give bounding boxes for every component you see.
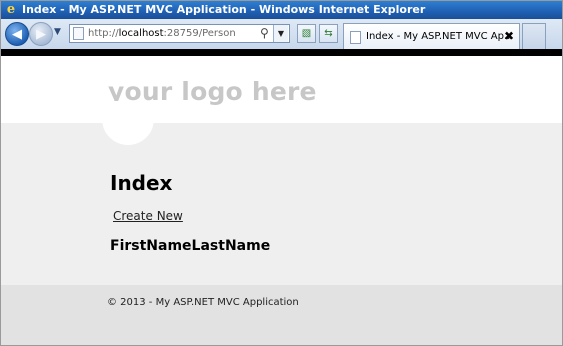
compatibility-view-button[interactable]: ▧ <box>297 24 316 43</box>
url-input[interactable]: http://localhost:28759/Person <box>88 25 236 42</box>
title-bar: e Index - My ASP.NET MVC Application - W… <box>1 1 562 19</box>
url-host: localhost <box>118 28 164 39</box>
magnifier-icon[interactable]: ⚲ <box>260 26 269 41</box>
header-decoration <box>102 101 154 145</box>
column-header-firstname: FirstName <box>110 238 192 254</box>
new-tab-button[interactable] <box>522 23 546 49</box>
browser-tab[interactable]: Index - My ASP.NET MVC Ap... ✖ <box>343 23 520 49</box>
forward-button[interactable]: ▶ <box>29 22 53 46</box>
address-bar[interactable]: http://localhost:28759/Person ⚲ ▼ <box>69 24 290 43</box>
back-arrow-icon: ◀ <box>12 26 22 42</box>
copyright-text: © 2013 - My ASP.NET MVC Application <box>107 297 299 308</box>
internet-explorer-icon: e <box>6 2 16 17</box>
main-content: Index Create New FirstNameLastName <box>1 101 562 285</box>
compatibility-view-icon: ▧ <box>301 28 312 39</box>
toolbar-divider <box>1 49 562 56</box>
page-icon <box>73 27 84 40</box>
browser-window: e Index - My ASP.NET MVC Application - W… <box>0 0 563 346</box>
tab-title: Index - My ASP.NET MVC Ap... <box>366 31 514 42</box>
forward-arrow-icon: ▶ <box>36 26 46 42</box>
site-header: your logo here <box>1 56 562 123</box>
history-dropdown-icon[interactable]: ▼ <box>54 27 61 37</box>
window-title: Index - My ASP.NET MVC Application - Win… <box>22 3 426 16</box>
refresh-button[interactable]: ⇆ <box>319 24 338 43</box>
refresh-icon: ⇆ <box>324 28 333 39</box>
site-footer: © 2013 - My ASP.NET MVC Application <box>1 285 562 345</box>
back-button[interactable]: ◀ <box>5 22 29 46</box>
page-icon <box>350 31 361 44</box>
table-header-row: FirstNameLastName <box>110 238 270 254</box>
column-header-lastname: LastName <box>191 238 271 254</box>
url-prefix: http:// <box>88 28 119 39</box>
page-title: Index <box>110 171 173 195</box>
create-new-link[interactable]: Create New <box>113 209 183 223</box>
navigation-bar: ◀ ▶ ▼ http://localhost:28759/Person ⚲ ▼ … <box>1 19 562 49</box>
address-dropdown-button[interactable]: ▼ <box>273 25 288 42</box>
tab-close-icon[interactable]: ✖ <box>504 24 514 49</box>
url-rest: :28759/Person <box>163 28 236 39</box>
